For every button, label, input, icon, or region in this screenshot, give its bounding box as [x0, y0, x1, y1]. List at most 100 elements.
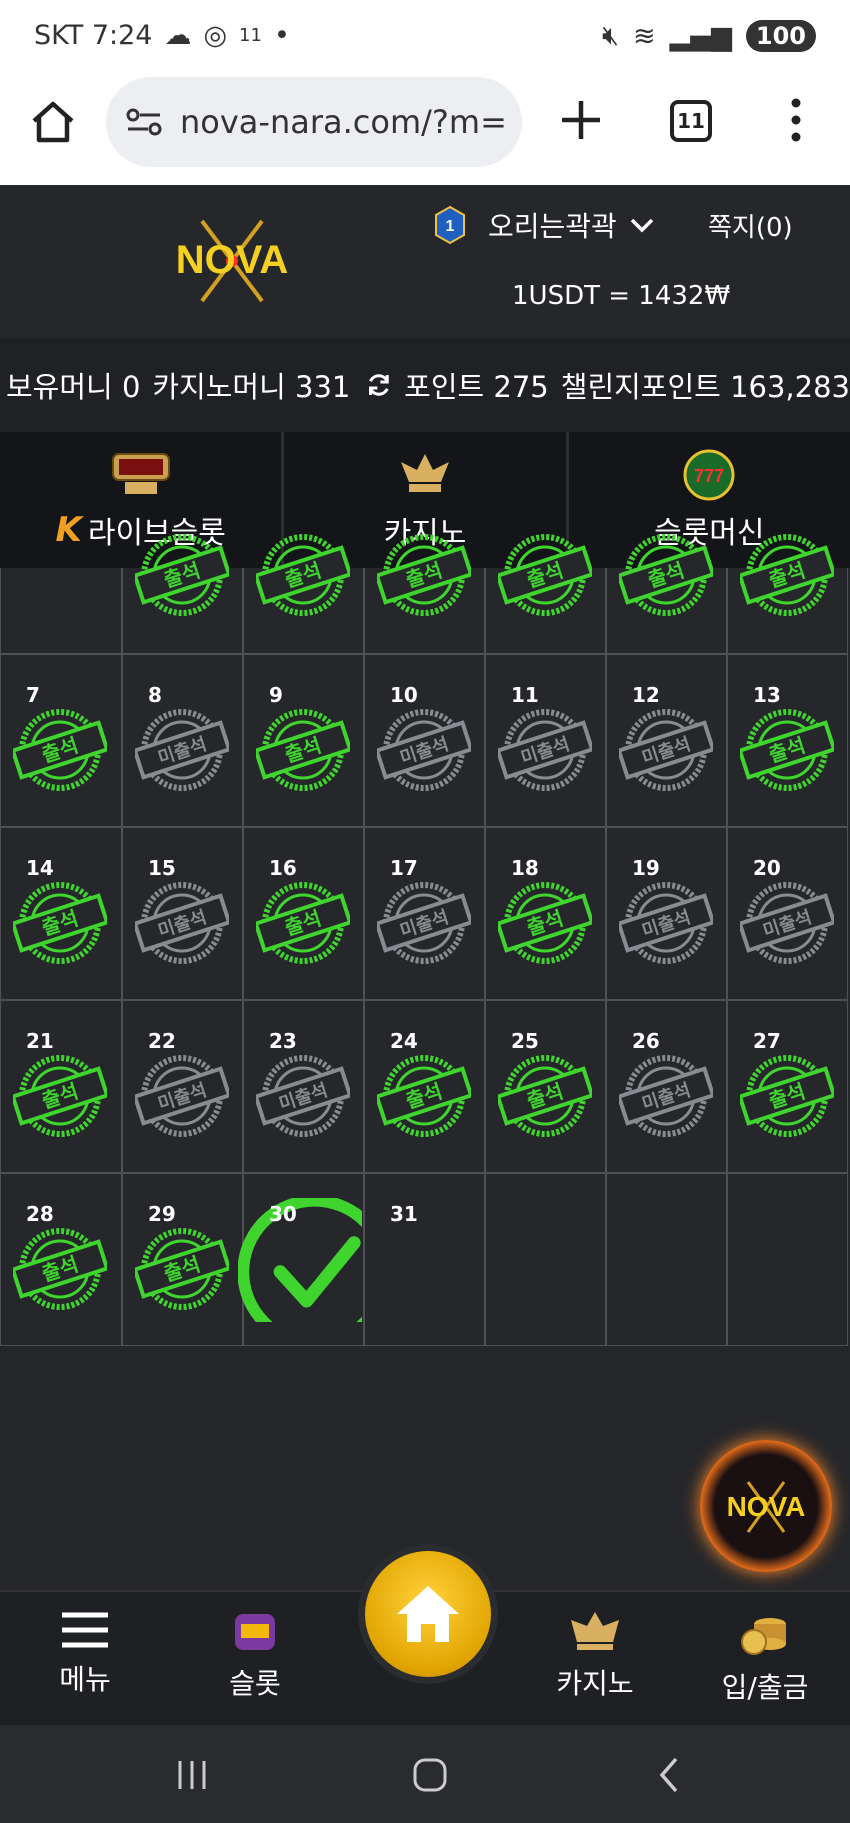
points: 포인트 275	[404, 370, 549, 404]
nav-casino[interactable]: 카지노	[530, 1610, 660, 1702]
attended-stamp-icon: 출석	[740, 709, 834, 791]
refresh-icon[interactable]	[366, 368, 392, 402]
challenge-points: 챌린지포인트 163,283	[560, 370, 850, 404]
signal-icon: ▂▄▆	[669, 20, 732, 52]
absent-stamp-icon: 미출석	[377, 882, 471, 964]
url-text[interactable]: nova-nara.com/?m=	[180, 103, 507, 141]
tab-switcher-button[interactable]: 11	[670, 100, 712, 142]
nav-casino-label: 카지노	[556, 1667, 634, 1700]
calendar-cell: 출석 21	[0, 1000, 122, 1173]
day-number: 17	[390, 856, 418, 880]
dot-icon: •	[273, 20, 290, 51]
calendar-cell: 미출석 22	[122, 1000, 243, 1173]
exchange-rate: 1USDT = 1432₩	[512, 281, 731, 311]
calendar-cell: 미출석 23	[243, 1000, 364, 1173]
day-number: 15	[148, 856, 176, 880]
svg-text:1: 1	[446, 218, 455, 235]
day-number: 30	[269, 1202, 297, 1226]
attended-stamp-icon: 출석	[13, 1055, 107, 1137]
messages-link[interactable]: 쪽지(0)	[708, 207, 793, 244]
calendar-cell: 미출석 11	[485, 654, 606, 827]
menu-icon	[62, 1612, 108, 1648]
calendar-grid: 출석 출석 출석 출석 출석 출석 출석 7 미출석 8 출석 9 미출석 10 미출석 11 미출석 12 출석 1…	[0, 534, 850, 1346]
calendar-cell: 미출석 8	[122, 654, 243, 827]
calendar-cell: 출석	[606, 534, 727, 654]
day-number: 14	[26, 856, 54, 880]
coins-icon	[741, 1618, 786, 1655]
cloud-icon: ☁	[164, 20, 192, 51]
calendar-cell	[0, 568, 122, 654]
calendar-cell: 출석 16	[243, 827, 364, 1000]
casino-icon	[571, 1612, 619, 1650]
attended-stamp-icon: 출석	[256, 534, 350, 616]
calendar-cell: 30	[238, 1173, 364, 1346]
day-number: 27	[753, 1029, 781, 1053]
day-number: 19	[632, 856, 660, 880]
site-settings-icon[interactable]	[126, 107, 162, 137]
absent-stamp-icon: 미출석	[619, 882, 713, 964]
calendar-cell: 출석	[485, 534, 606, 654]
calendar-cell: 출석	[727, 534, 848, 654]
calendar-cell: 31	[364, 1173, 485, 1346]
nav-slot[interactable]: 슬롯	[190, 1610, 320, 1702]
browser-toolbar: nova-nara.com/?m= 11	[0, 75, 850, 185]
back-icon[interactable]	[650, 1755, 690, 1795]
address-bar[interactable]: nova-nara.com/?m=	[106, 77, 522, 167]
calendar-cell: 미출석 19	[606, 827, 727, 1000]
attended-stamp-icon: 출석	[498, 1055, 592, 1137]
new-tab-icon[interactable]	[556, 95, 606, 145]
chevron-down-icon	[630, 218, 654, 233]
calendar-cell: 출석 18	[485, 827, 606, 1000]
day-number: 22	[148, 1029, 176, 1053]
nova-floating-button[interactable]: NOVA	[700, 1440, 832, 1572]
day-number: 18	[511, 856, 539, 880]
day-number: 24	[390, 1029, 418, 1053]
absent-stamp-icon: 미출석	[498, 709, 592, 791]
calendar-cell: 출석 28	[0, 1173, 122, 1346]
calendar-cell: 미출석 26	[606, 1000, 727, 1173]
attended-stamp-icon: 출석	[13, 709, 107, 791]
svg-text:777: 777	[694, 466, 724, 486]
username: 오리는곽곽	[488, 210, 617, 243]
level-badge-icon: 1	[435, 205, 465, 245]
nav-menu-label: 메뉴	[59, 1663, 111, 1696]
home-system-icon[interactable]	[410, 1755, 450, 1795]
absent-stamp-icon: 미출석	[135, 709, 229, 791]
carrier-time: SKT 7:24	[34, 20, 153, 51]
more-options-icon[interactable]	[784, 95, 808, 145]
calendar-cell: 출석 13	[727, 654, 848, 827]
k-slot-icon	[400, 454, 449, 492]
calendar-cell: 출석	[243, 534, 364, 654]
recent-apps-icon[interactable]	[172, 1755, 212, 1795]
attended-stamp-icon: 출석	[13, 1228, 107, 1310]
attended-stamp-icon: 출석	[498, 534, 592, 616]
day-number: 28	[26, 1202, 54, 1226]
calendar-cell: 출석 7	[0, 654, 122, 827]
user-dropdown[interactable]: 오리는곽곽	[488, 205, 655, 245]
attendance-calendar: 출석 출석 출석 출석 출석 출석 출석 7 미출석 8 출석 9 미출석 10 미출석 11 미출석 12 출석 1…	[0, 534, 850, 1346]
day-number: 23	[269, 1029, 297, 1053]
calendar-cell: 출석 24	[364, 1000, 485, 1173]
bottom-nav: 메뉴 슬롯 카지노 입/출금	[0, 1544, 850, 1725]
attended-stamp-icon: 출석	[135, 1228, 229, 1310]
calendar-cell: 출석 9	[243, 654, 364, 827]
day-number: 25	[511, 1029, 539, 1053]
day-number: 31	[390, 1202, 418, 1226]
calendar-cell	[485, 1173, 606, 1346]
home-button[interactable]	[358, 1544, 498, 1684]
calendar-cell: 출석 27	[727, 1000, 848, 1173]
day-number: 16	[269, 856, 297, 880]
browser-home-icon[interactable]	[28, 97, 78, 147]
day-number: 9	[269, 683, 283, 707]
attended-stamp-icon: 출석	[740, 1055, 834, 1137]
777-slots-icon: 777	[683, 449, 735, 501]
day-number: 7	[26, 683, 40, 707]
nav-menu[interactable]: 메뉴	[20, 1610, 150, 1698]
svg-text:NOVA: NOVA	[176, 238, 289, 282]
nav-deposit-withdraw[interactable]: 입/출금	[700, 1610, 830, 1706]
calendar-cell: 미출석 15	[122, 827, 243, 1000]
calendar-cell: 미출석 12	[606, 654, 727, 827]
nova-logo[interactable]: NOVA	[142, 215, 322, 307]
attended-stamp-icon: 출석	[135, 534, 229, 616]
day-number: 10	[390, 683, 418, 707]
